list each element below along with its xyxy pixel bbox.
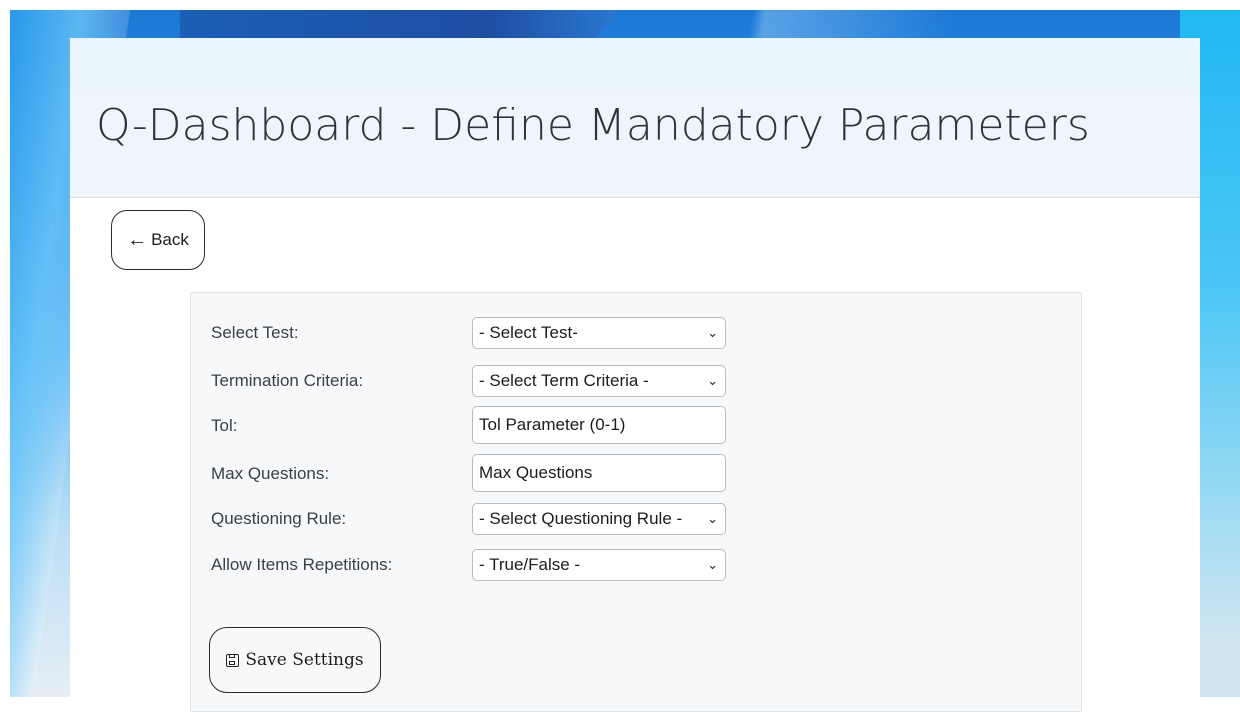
max-questions-input[interactable]: Max Questions bbox=[472, 454, 726, 492]
form-row-allow-repetitions: Allow Items Repetitions: - True/False - … bbox=[211, 549, 751, 581]
select-test-dropdown[interactable]: - Select Test- ⌄ bbox=[472, 317, 726, 349]
floppy-disk-icon bbox=[226, 653, 240, 667]
termination-criteria-label: Termination Criteria: bbox=[211, 371, 364, 390]
form-row-tol: Tol: Tol Parameter (0-1) bbox=[211, 406, 751, 444]
save-settings-label: Save Settings bbox=[245, 650, 364, 670]
max-questions-label: Max Questions: bbox=[211, 464, 330, 483]
form-row-select-test: Select Test: - Select Test- ⌄ bbox=[211, 317, 751, 349]
main-card: Q-Dashboard - Define Mandatory Parameter… bbox=[70, 38, 1200, 712]
back-button-label: Back bbox=[151, 230, 189, 249]
allow-repetitions-label: Allow Items Repetitions: bbox=[211, 555, 393, 574]
form-row-termination-criteria: Termination Criteria: - Select Term Crit… bbox=[211, 365, 751, 397]
left-arrow-icon: ← bbox=[127, 229, 148, 251]
select-test-label: Select Test: bbox=[211, 323, 299, 342]
chevron-down-icon: ⌄ bbox=[707, 511, 718, 526]
page-title: Q-Dashboard - Define Mandatory Parameter… bbox=[96, 100, 1090, 151]
form-row-max-questions: Max Questions: Max Questions bbox=[211, 454, 751, 492]
back-button[interactable]: ← Back bbox=[111, 210, 205, 270]
save-settings-button[interactable]: Save Settings bbox=[209, 627, 381, 693]
questioning-rule-dropdown[interactable]: - Select Questioning Rule - ⌄ bbox=[472, 503, 726, 535]
page-header: Q-Dashboard - Define Mandatory Parameter… bbox=[70, 38, 1200, 198]
chevron-down-icon: ⌄ bbox=[707, 373, 718, 388]
allow-repetitions-dropdown[interactable]: - True/False - ⌄ bbox=[472, 549, 726, 581]
chevron-down-icon: ⌄ bbox=[707, 325, 718, 340]
parameters-form: Select Test: - Select Test- ⌄ Terminatio… bbox=[190, 292, 1082, 712]
questioning-rule-label: Questioning Rule: bbox=[211, 509, 347, 528]
form-row-questioning-rule: Questioning Rule: - Select Questioning R… bbox=[211, 503, 751, 535]
tol-input[interactable]: Tol Parameter (0-1) bbox=[472, 406, 726, 444]
chevron-down-icon: ⌄ bbox=[707, 557, 718, 572]
termination-criteria-dropdown[interactable]: - Select Term Criteria - ⌄ bbox=[472, 365, 726, 397]
tol-label: Tol: bbox=[211, 416, 238, 435]
